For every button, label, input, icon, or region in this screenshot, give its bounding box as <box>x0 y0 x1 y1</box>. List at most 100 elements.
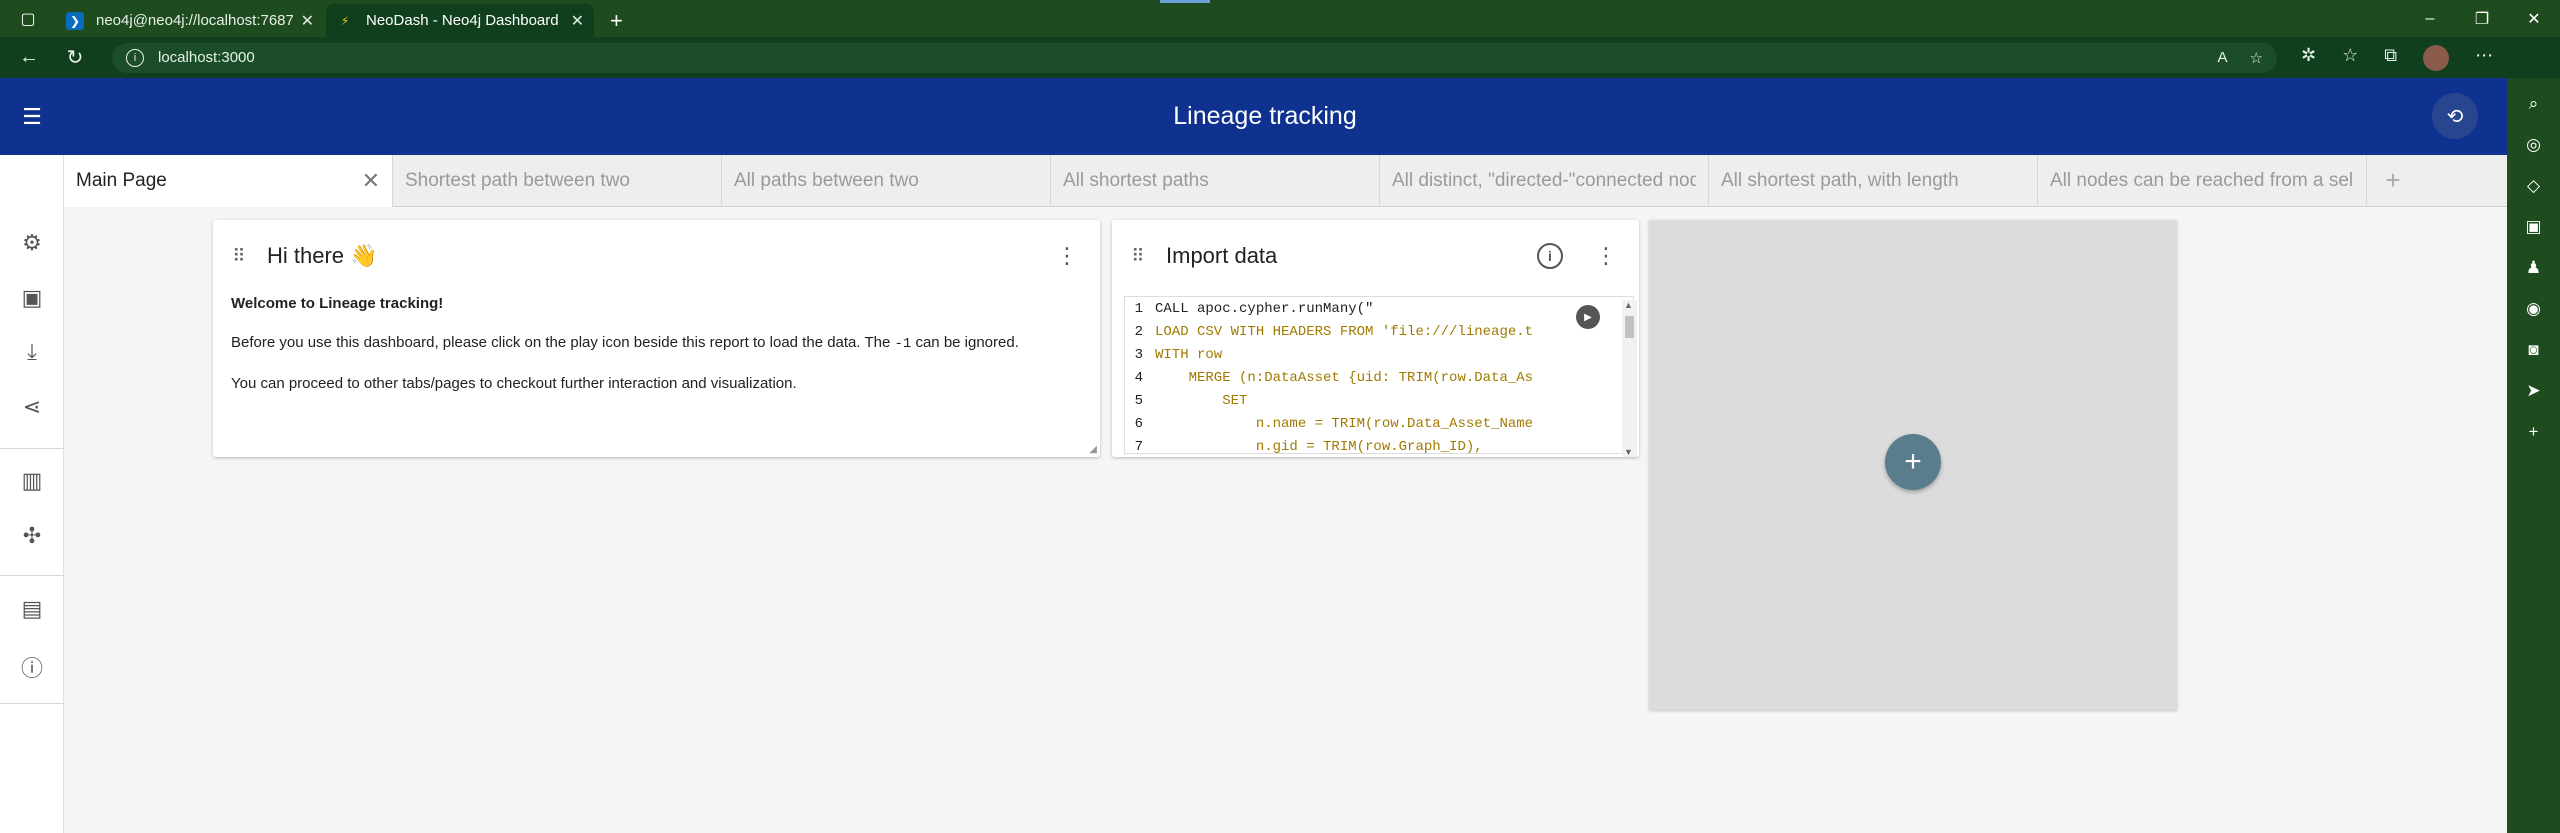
code-line: 7 n.gid = TRIM(row.Graph_ID), <box>1134 438 1483 454</box>
divider <box>0 703 64 704</box>
add-icon[interactable]: + <box>2529 422 2539 442</box>
browser-tab-strip: ▢ ❯ neo4j@neo4j://localhost:7687/n ✕ ⚡ N… <box>0 0 2560 37</box>
tab-all-paths[interactable]: All paths between two <box>722 155 1051 207</box>
profile-avatar[interactable] <box>2423 44 2450 71</box>
code-line: 6 n.name = TRIM(row.Data_Asset_Name <box>1134 415 1534 432</box>
browser-tab-neodash[interactable]: ⚡ NeoDash - Neo4j Dashboard Bu ✕ <box>326 4 594 37</box>
dashboard-title[interactable]: Lineage tracking <box>0 102 2530 131</box>
instructions-text: Before you use this dashboard, please cl… <box>231 334 1019 352</box>
scroll-up-icon[interactable]: ▲ <box>1624 300 1633 310</box>
code-line: 4 MERGE (n:DataAsset {uid: TRIM(row.Data… <box>1134 369 1534 386</box>
close-icon[interactable]: ✕ <box>362 168 380 194</box>
close-window-button[interactable]: ✕ <box>2508 9 2560 29</box>
welcome-heading: Welcome to Lineage tracking! <box>231 295 444 312</box>
card-title: Hi there 👋 <box>267 243 378 268</box>
extensions-puzzle-icon[interactable]: ✣ <box>0 523 64 549</box>
code-line: 2 LOAD CSV WITH HEADERS FROM 'file:///lin… <box>1134 323 1534 340</box>
connection-button[interactable]: ⟲ <box>2432 93 2478 139</box>
divider <box>0 448 64 449</box>
bolt-icon: ⚡ <box>340 13 350 28</box>
window-controls: – ❐ ✕ <box>2404 0 2560 37</box>
code-line: 1 CALL apoc.cypher.runMany(" <box>1134 300 1374 317</box>
back-icon[interactable]: ← <box>12 46 46 69</box>
refresh-icon[interactable]: ↻ <box>58 45 92 70</box>
tab-label: All shortest paths <box>1063 170 1209 191</box>
settings-icon[interactable]: ⚙ <box>0 230 64 256</box>
app-sidebar: ⚙ ▣ ⤓ ⋖ ▥ ✣ ▤ ⓘ <box>0 155 64 833</box>
chart-icon[interactable]: ▥ <box>0 468 64 494</box>
add-page-button[interactable]: + <box>2367 155 2419 206</box>
info-icon[interactable]: ⓘ <box>0 651 64 683</box>
save-icon[interactable]: ▣ <box>0 285 64 311</box>
import-data-card: ⠿ Import data i ⋮ 1 CALL apoc.cypher.runM… <box>1112 220 1639 457</box>
browser-tab-neo4j[interactable]: ❯ neo4j@neo4j://localhost:7687/n ✕ <box>56 4 324 37</box>
more-options-icon[interactable]: ⋮ <box>1052 243 1082 269</box>
outlook-icon[interactable]: ◙ <box>2528 340 2538 360</box>
url-text: localhost:3000 <box>158 49 255 66</box>
card-body: Welcome to Lineage tracking! Before you … <box>213 292 1100 393</box>
connection-icon: ⟲ <box>2446 105 2464 128</box>
tab-all-nodes-reached[interactable]: All nodes can be reached from a selec <box>2038 155 2367 207</box>
tab-label: Main Page <box>76 170 167 191</box>
tab-label: Shortest path between two <box>405 170 630 191</box>
tab-label: All distinct, "directed-"connected node <box>1392 170 1696 191</box>
hi-there-card: ⠿ Hi there 👋 ⋮ Welcome to Lineage tracki… <box>213 220 1100 457</box>
add-report-button[interactable]: + <box>1885 434 1941 490</box>
tab-label: All shortest path, with length <box>1721 170 1959 191</box>
query-editor[interactable]: 1 CALL apoc.cypher.runMany(" 2 LOAD CSV WI… <box>1124 296 1634 454</box>
tab-all-distinct[interactable]: All distinct, "directed-"connected node <box>1380 155 1709 207</box>
tag-icon[interactable]: ◇ <box>2527 176 2540 196</box>
drag-handle-icon[interactable]: ⠿ <box>1112 246 1162 267</box>
favorite-star-icon[interactable]: ☆ <box>2250 49 2263 67</box>
browser-sidebar: ⌕ ◎ ◇ ▣ ♟ ◉ ◙ ➤ + <box>2507 78 2560 833</box>
app-header: ☰ Lineage tracking ⟲ <box>0 78 2507 155</box>
tab-shortest-path[interactable]: Shortest path between two <box>393 155 722 207</box>
tab-main-page[interactable]: Main Page ✕ <box>64 155 393 207</box>
play-icon[interactable]: ▶ <box>1576 305 1600 329</box>
tab-all-shortest-paths[interactable]: All shortest paths <box>1051 155 1380 207</box>
plus-icon: + <box>1904 445 1922 478</box>
collections-icon[interactable]: ⧉ <box>2384 45 2397 71</box>
add-report-placeholder: + <box>1649 220 2177 710</box>
restore-button[interactable]: ❐ <box>2456 9 2508 29</box>
search-icon[interactable]: ⌕ <box>2529 94 2539 114</box>
load-icon[interactable]: ⤓ <box>0 339 64 365</box>
browser-tab-title: neo4j@neo4j://localhost:7687/n <box>96 12 293 29</box>
code-line: 3 WITH row <box>1134 346 1223 363</box>
more-options-icon[interactable]: ⋮ <box>1591 243 1621 269</box>
new-tab-button[interactable]: + <box>596 4 637 37</box>
close-tab-icon[interactable]: ✕ <box>301 11 314 31</box>
url-field[interactable]: i localhost:3000 A ☆ <box>112 42 2277 73</box>
docs-icon[interactable]: ▤ <box>0 596 64 622</box>
favorites-icon[interactable]: ☆ <box>2342 45 2358 71</box>
code-line: 5 SET <box>1134 392 1248 409</box>
games-icon[interactable]: ♟ <box>2526 258 2541 278</box>
editor-scrollbar[interactable]: ▲ ▼ <box>1622 300 1637 457</box>
extensions-icon[interactable]: ✲ <box>2301 45 2316 71</box>
page-tabs: Main Page ✕ Shortest path between two Al… <box>64 155 2507 207</box>
card-title: Import data <box>1166 243 1278 268</box>
resize-handle-icon[interactable]: ◢ <box>1089 444 1097 455</box>
site-info-icon[interactable]: i <box>126 48 144 67</box>
tab-actions-icon[interactable]: ▢ <box>0 0 56 37</box>
more-icon[interactable]: ⋯ <box>2475 45 2493 71</box>
browser-tab-title: NeoDash - Neo4j Dashboard Bu <box>366 12 563 29</box>
tab-label: All nodes can be reached from a selec <box>2050 170 2354 191</box>
close-tab-icon[interactable]: ✕ <box>571 11 584 31</box>
proceed-text: You can proceed to other tabs/pages to c… <box>231 375 797 392</box>
divider <box>0 575 64 576</box>
share-icon[interactable]: ⋖ <box>0 394 64 420</box>
tab-shortest-with-length[interactable]: All shortest path, with length <box>1709 155 2038 207</box>
info-icon[interactable]: i <box>1537 243 1563 269</box>
scroll-down-icon[interactable]: ▼ <box>1624 447 1633 457</box>
drag-handle-icon[interactable]: ⠿ <box>213 246 263 267</box>
terminal-icon: ❯ <box>66 11 84 30</box>
tab-label: All paths between two <box>734 170 919 191</box>
minimize-button[interactable]: – <box>2404 10 2456 28</box>
scroll-thumb[interactable] <box>1625 316 1634 338</box>
send-icon[interactable]: ➤ <box>2526 381 2540 401</box>
briefcase-icon[interactable]: ▣ <box>2525 217 2541 237</box>
office-icon[interactable]: ◉ <box>2526 299 2541 319</box>
read-aloud-icon[interactable]: A <box>2218 49 2228 67</box>
copilot-icon[interactable]: ◎ <box>2526 135 2541 155</box>
